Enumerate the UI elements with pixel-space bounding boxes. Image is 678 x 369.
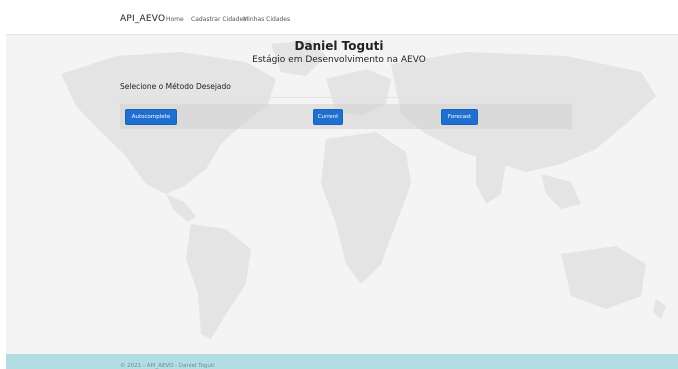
navbar: API_AEVO Home Cadastrar Cidades Minhas C… [6, 0, 678, 35]
footer-copyright: © 2021 - API_AEVO - Daniel Toguti [120, 363, 215, 369]
autocomplete-button[interactable]: Autocomplete [125, 109, 177, 125]
section-divider [118, 97, 570, 98]
nav-link-home[interactable]: Home [166, 16, 184, 23]
world-map-background [6, 34, 678, 354]
footer: © 2021 - API_AEVO - Daniel Toguti [6, 354, 678, 369]
nav-link-cadastrar-cidades[interactable]: Cadastrar Cidades [191, 16, 246, 23]
page-title: Daniel Toguti [294, 39, 384, 53]
brand-link[interactable]: API_AEVO [120, 14, 165, 24]
method-button-panel [120, 104, 572, 129]
forecast-button[interactable]: Forecast [441, 109, 478, 125]
method-label: Selecione o Método Desejado [120, 82, 231, 91]
current-button[interactable]: Current [313, 109, 343, 125]
page-subtitle: Estágio em Desenvolvimento na AEVO [252, 55, 426, 65]
world-map-illustration [61, 40, 666, 339]
nav-link-minhas-cidades[interactable]: Minhas Cidades [243, 16, 290, 23]
